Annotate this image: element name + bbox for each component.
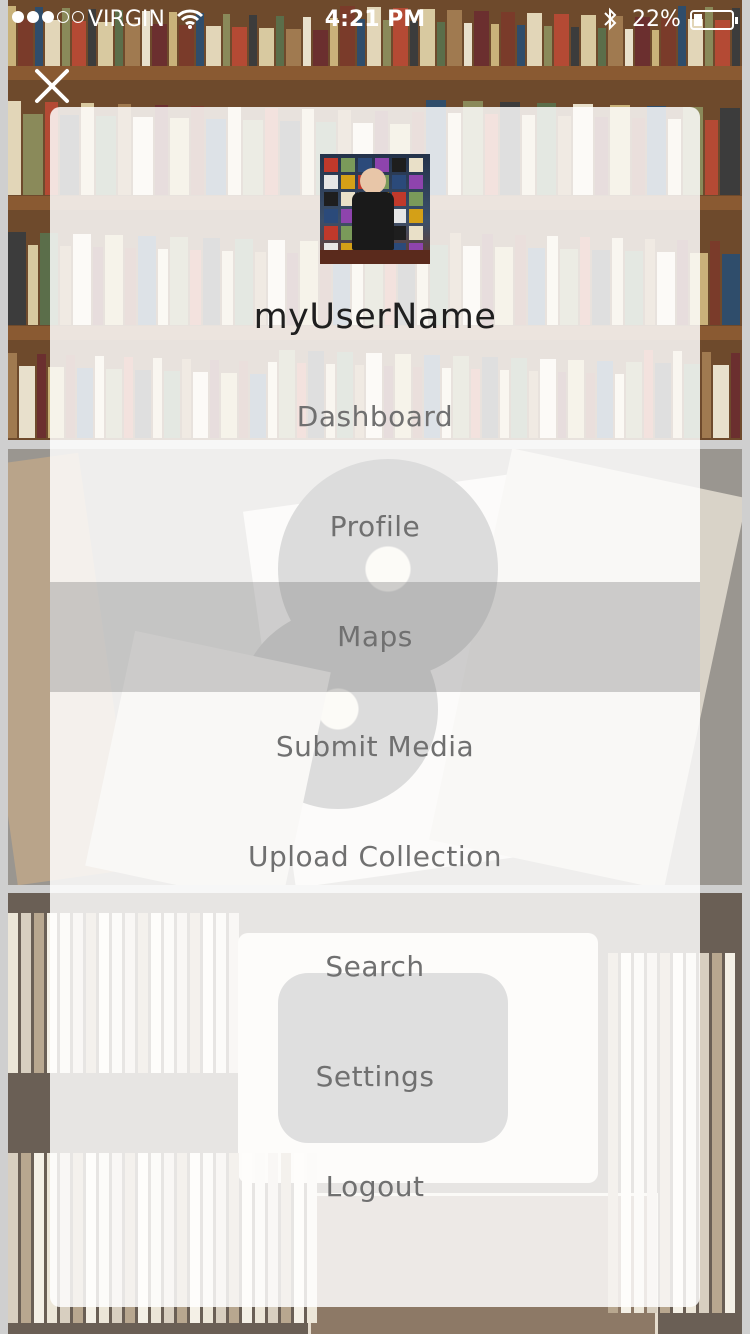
status-bar: VIRGIN 4:21 PM 22%: [0, 0, 750, 40]
menu-item-maps[interactable]: Maps: [50, 582, 700, 692]
username: myUserName: [253, 297, 497, 337]
menu-item-upload-collection[interactable]: Upload Collection: [50, 802, 700, 912]
navigation-menu: Dashboard Profile Maps Submit Media Upload C…: [50, 400, 700, 1242]
close-icon: [35, 69, 69, 103]
menu-item-search[interactable]: Search: [50, 912, 700, 1022]
battery-percent: 22%: [632, 7, 681, 32]
avatar[interactable]: [320, 154, 430, 264]
menu-item-profile[interactable]: Profile: [50, 472, 700, 582]
menu-item-logout[interactable]: Logout: [50, 1132, 700, 1242]
bluetooth-icon: [602, 7, 618, 37]
battery-icon: [690, 10, 738, 30]
navigation-menu-panel: myUserName Dashboard Profile Maps Submit Me…: [50, 107, 700, 1307]
menu-item-settings[interactable]: Settings: [50, 1022, 700, 1132]
menu-item-submit-media[interactable]: Submit Media: [50, 692, 700, 802]
close-menu-button[interactable]: [34, 68, 70, 104]
battery-level-fill: [694, 14, 702, 26]
menu-item-dashboard[interactable]: Dashboard: [50, 362, 700, 472]
